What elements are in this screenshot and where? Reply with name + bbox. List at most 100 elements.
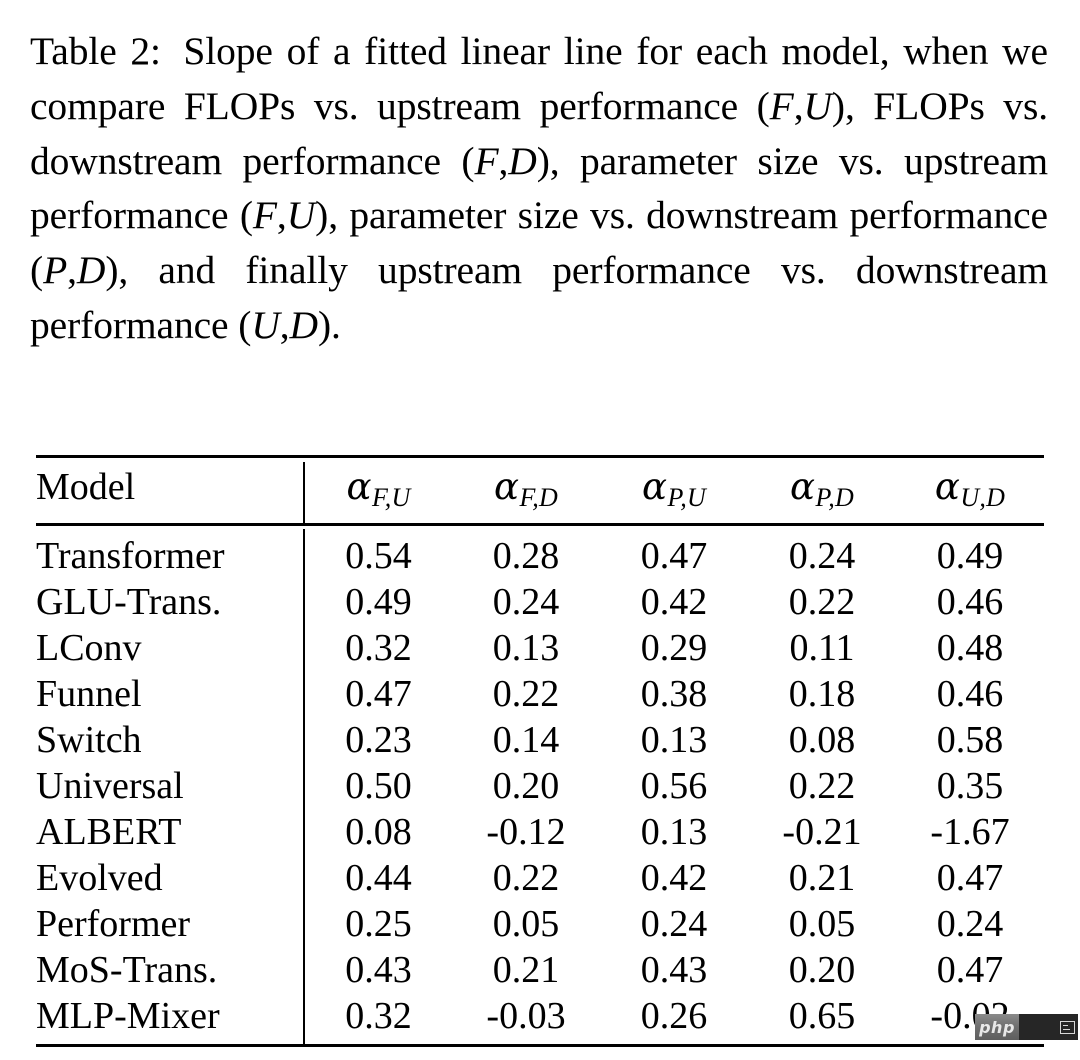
cell-a_ud: 0.46 — [936, 581, 1004, 624]
cell-model-name: Transformer — [36, 529, 305, 580]
cell-a_fu: 0.25 — [345, 903, 412, 946]
table-row: GLU-Trans. 0.49 0.24 0.42 0.22 0.46 — [36, 579, 1044, 626]
cell-a_pd: 0.08 — [788, 719, 856, 762]
cell-a_pd: 0.21 — [788, 857, 856, 900]
cell-model-name: GLU-Trans. — [36, 579, 305, 626]
cell-a_ud: 0.47 — [936, 949, 1004, 992]
cell-a_pu: 0.29 — [640, 627, 708, 670]
table-caption: Table 2: Slope of a fitted linear line f… — [30, 24, 1048, 353]
cell-a_fu: 0.08 — [345, 811, 412, 854]
cell-a_pu: 0.43 — [640, 949, 708, 992]
header-row: Model αF,U αF,D αP,U αP,D αU,D — [36, 461, 1044, 525]
table-row: Funnel 0.47 0.22 0.38 0.18 0.46 — [36, 671, 1044, 718]
watermark-badge — [1019, 1014, 1078, 1040]
alpha-symbol: α — [934, 464, 960, 508]
column-header-model: Model — [36, 461, 305, 525]
cell-model-name: MoS-Trans. — [36, 947, 305, 994]
caption-body: Table 2: Slope of a fitted linear line f… — [30, 29, 1048, 347]
cell-a_pu: 0.38 — [640, 673, 708, 716]
alpha-subscript: P,U — [667, 482, 706, 512]
alpha-symbol: α — [790, 464, 816, 508]
cell-a_pu: 0.26 — [640, 995, 708, 1038]
alpha-subscript: F,U — [372, 482, 411, 512]
column-header-alpha-pu: αP,U — [600, 462, 748, 525]
rule-bottom — [36, 1044, 1044, 1051]
cell-a_pu: 0.47 — [640, 535, 708, 578]
alpha-symbol: α — [494, 464, 520, 508]
cell-a_fu: 0.47 — [345, 673, 412, 716]
alpha-subscript: P,D — [815, 482, 854, 512]
cell-a_fd: 0.21 — [492, 949, 560, 992]
table-foot — [36, 1044, 1044, 1051]
table-row: Universal 0.50 0.20 0.56 0.22 0.35 — [36, 763, 1044, 810]
slope-table: Model αF,U αF,D αP,U αP,D αU,D Transform… — [36, 455, 1044, 1051]
cell-a_pd: 0.20 — [788, 949, 856, 992]
watermark: php — [975, 1014, 1078, 1040]
cell-model-name: Evolved — [36, 855, 305, 902]
cell-model-name: Universal — [36, 763, 305, 810]
cell-a_pd: 0.24 — [788, 535, 856, 578]
column-header-alpha-fd: αF,D — [452, 462, 600, 525]
table-body: Transformer 0.54 0.28 0.47 0.24 0.49 GLU-Trans… — [36, 529, 1044, 1046]
cell-a_pd: 0.22 — [788, 581, 856, 624]
table-row: Switch 0.23 0.14 0.13 0.08 0.58 — [36, 717, 1044, 764]
alpha-symbol: α — [642, 464, 668, 508]
cell-a_ud: 0.46 — [936, 673, 1004, 716]
cell-a_pu: 0.42 — [640, 581, 708, 624]
table-row: Evolved 0.44 0.22 0.42 0.21 0.47 — [36, 855, 1044, 902]
watermark-php-label: php — [975, 1014, 1019, 1040]
cell-a_fu: 0.54 — [345, 535, 412, 578]
cell-a_fd: 0.22 — [492, 673, 560, 716]
cell-a_fu: 0.32 — [345, 627, 412, 670]
column-header-alpha-pd: αP,D — [748, 462, 896, 525]
caption-text: , and finally upstream performance vs. d… — [30, 248, 1048, 347]
cell-a_fu: 0.49 — [345, 581, 412, 624]
table-head: Model αF,U αF,D αP,U αP,D αU,D — [36, 455, 1044, 530]
cell-a_pu: 0.13 — [640, 811, 708, 854]
cell-a_ud: -1.67 — [930, 811, 1010, 854]
cell-a_fu: 0.43 — [345, 949, 412, 992]
table-row: MoS-Trans. 0.43 0.21 0.43 0.20 0.47 — [36, 947, 1044, 994]
caption-math: (F,U) — [756, 83, 845, 128]
cell-a_fu: 0.23 — [345, 719, 412, 762]
cell-a_ud: 0.47 — [936, 857, 1004, 900]
cell-a_fu: 0.50 — [345, 765, 412, 808]
cell-a_ud: 0.48 — [936, 627, 1004, 670]
column-header-alpha-ud: αU,D — [896, 462, 1044, 525]
cell-a_pu: 0.13 — [640, 719, 708, 762]
cell-a_fd: 0.14 — [492, 719, 560, 762]
table-row: ALBERT 0.08 -0.12 0.13 -0.21 -1.67 — [36, 809, 1044, 856]
cell-a_pd: -0.21 — [782, 811, 862, 854]
cell-a_fd: -0.12 — [486, 811, 566, 854]
caption-math: (F,D) — [461, 138, 550, 183]
alpha-subscript: U,D — [960, 482, 1006, 512]
cell-a_fd: 0.05 — [492, 903, 560, 946]
table-row: LConv 0.32 0.13 0.29 0.11 0.48 — [36, 625, 1044, 672]
cell-model-name: MLP-Mixer — [36, 993, 305, 1046]
caption-math: (U,D) — [238, 302, 332, 347]
cell-a_pd: 0.22 — [788, 765, 856, 808]
cell-model-name: ALBERT — [36, 809, 305, 856]
cell-model-name: Performer — [36, 901, 305, 948]
cell-a_fd: -0.03 — [486, 995, 566, 1038]
caption-math: (F,U) — [239, 193, 329, 238]
table-row: Performer 0.25 0.05 0.24 0.05 0.24 — [36, 901, 1044, 948]
cell-a_fu: 0.32 — [345, 995, 412, 1038]
cell-a_fd: 0.24 — [492, 581, 560, 624]
cell-a_pd: 0.18 — [788, 673, 856, 716]
cell-a_fd: 0.28 — [492, 535, 560, 578]
cell-a_fd: 0.22 — [492, 857, 560, 900]
table-row: Transformer 0.54 0.28 0.47 0.24 0.49 — [36, 529, 1044, 580]
cell-model-name: LConv — [36, 625, 305, 672]
column-header-alpha-fu: αF,U — [304, 462, 452, 525]
cell-a_fu: 0.44 — [345, 857, 412, 900]
cell-a_fd: 0.13 — [492, 627, 560, 670]
cell-model-name: Switch — [36, 717, 305, 764]
caption-text: , parameter size vs. downstream performa… — [328, 193, 1048, 238]
window-icon — [1060, 1020, 1075, 1034]
cell-a_pd: 0.05 — [788, 903, 856, 946]
cell-a_pu: 0.42 — [640, 857, 708, 900]
cell-a_ud: 0.24 — [936, 903, 1004, 946]
table-2-container: Model αF,U αF,D αP,U αP,D αU,D Transform… — [36, 455, 1044, 1051]
cell-a_fd: 0.20 — [492, 765, 560, 808]
